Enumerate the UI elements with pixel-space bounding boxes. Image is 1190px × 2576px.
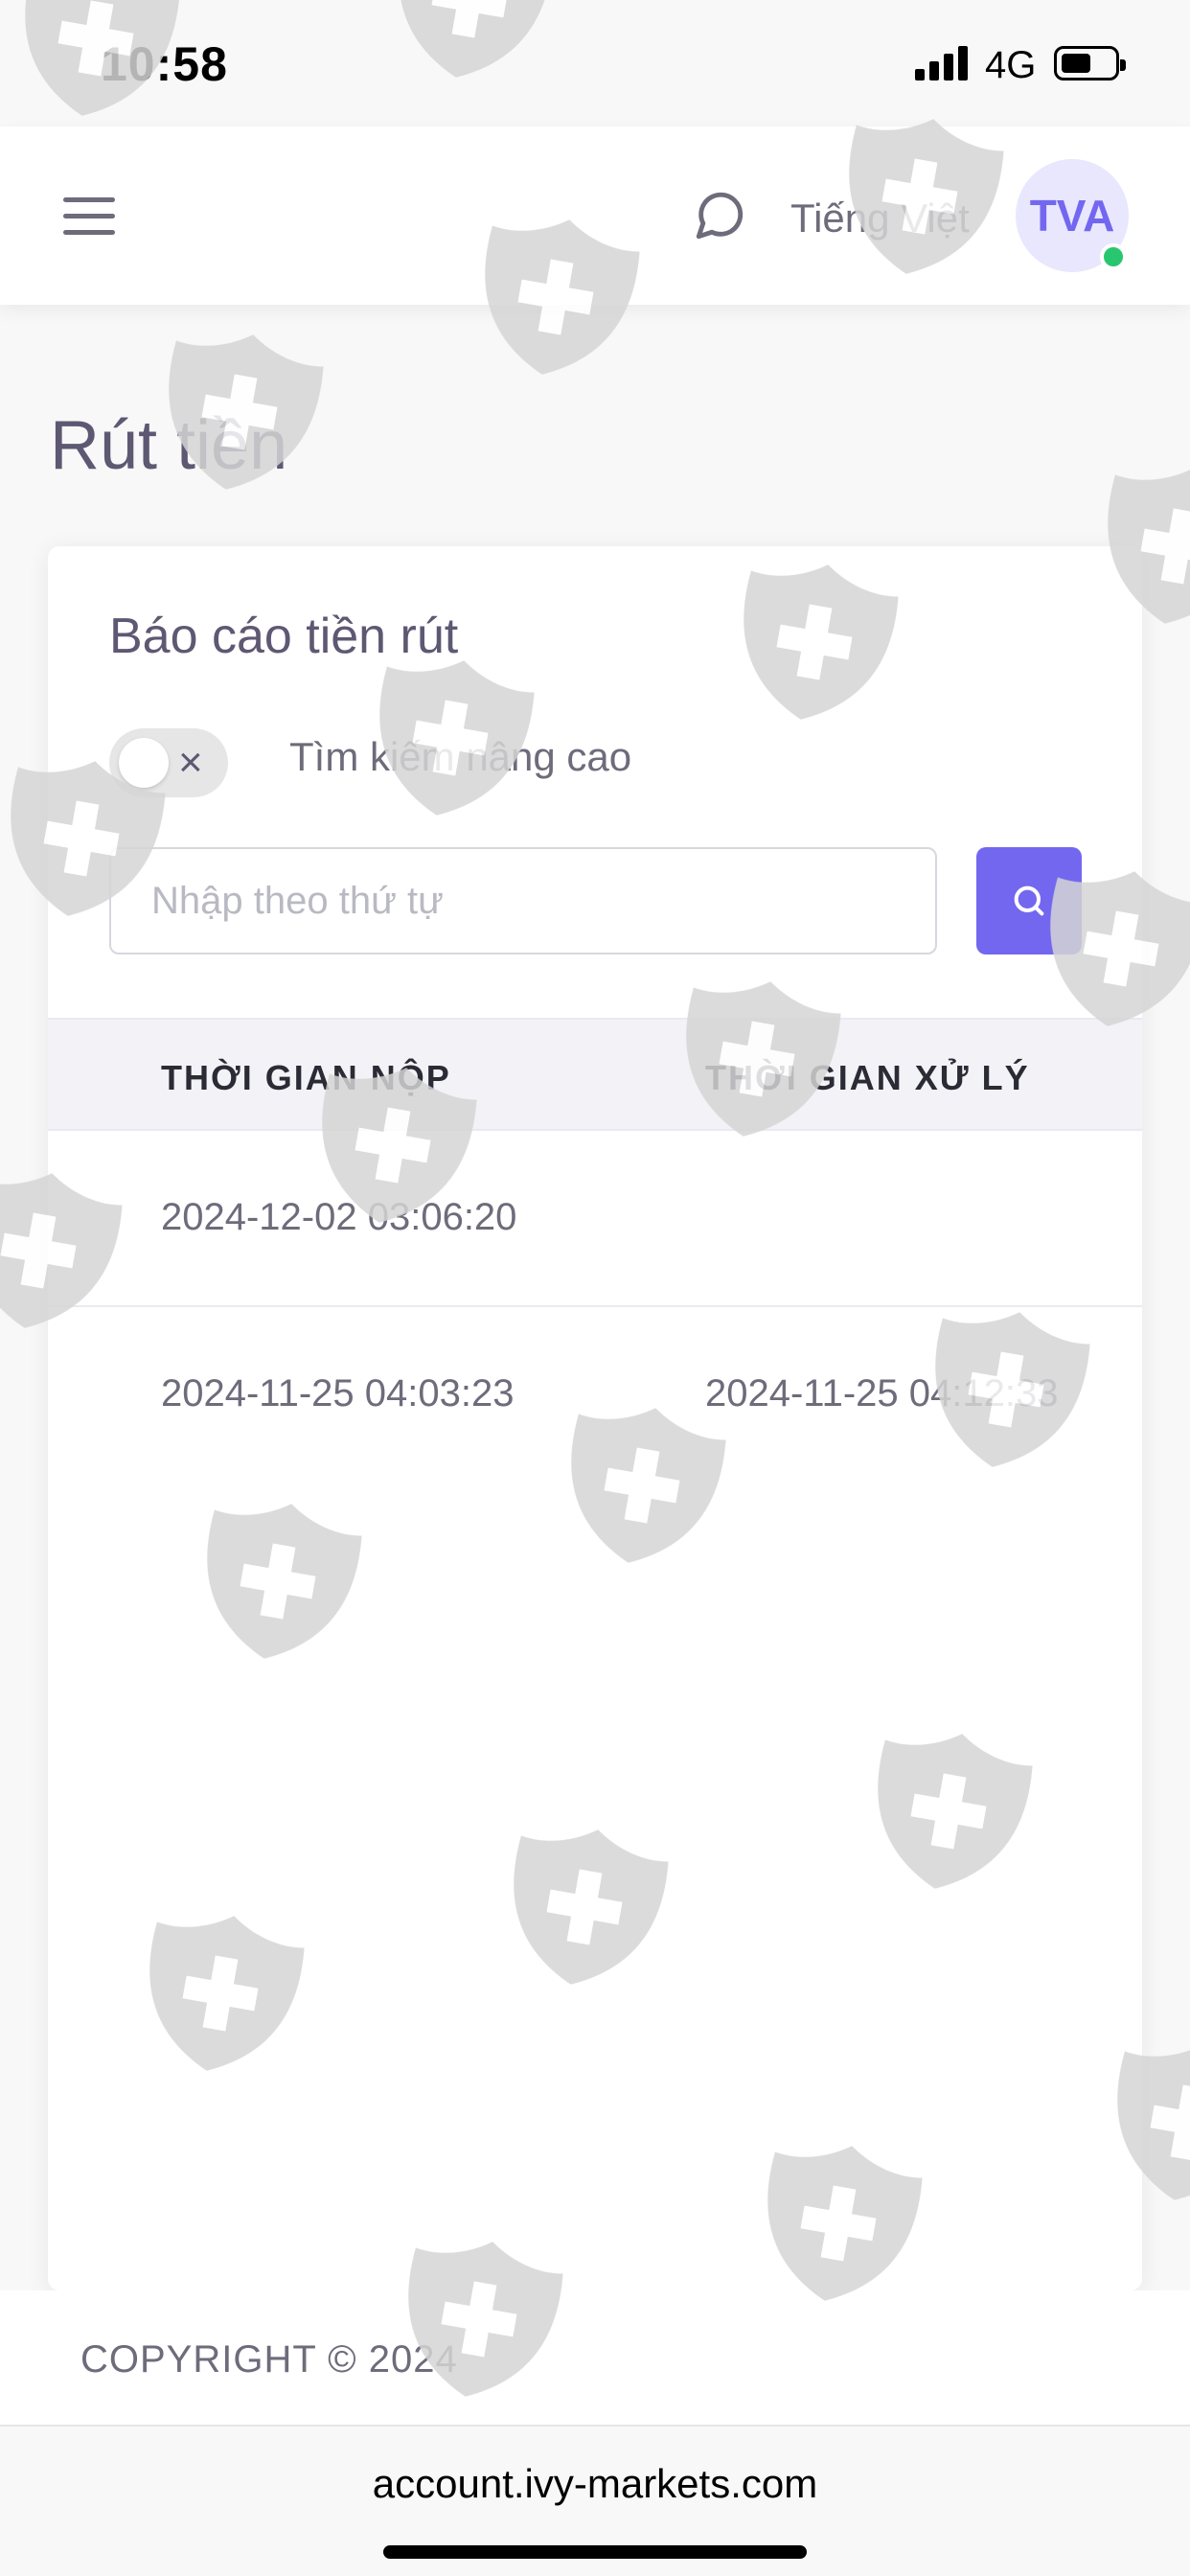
online-status-dot — [1100, 243, 1127, 270]
cell-submitted-time: 2024-12-02 03:06:20 — [161, 1196, 517, 1238]
screen: 10:58 4G Tiếng Việt TVA Rút tiền Báo cáo… — [0, 0, 1190, 2576]
search-button[interactable] — [976, 847, 1082, 954]
table-header: THỜI GIAN NỘP THỜI GIAN XỬ LÝ — [48, 1018, 1142, 1131]
withdrawal-report-card: Báo cáo tiền rút × Tìm kiếm nâng cao THỜ… — [48, 546, 1142, 2290]
browser-url-bar: account.ivy-markets.com — [0, 2425, 1190, 2576]
close-icon: × — [178, 739, 203, 786]
signal-strength-icon — [915, 46, 969, 80]
search-input[interactable] — [109, 847, 937, 954]
status-time: 10:58 — [101, 37, 228, 91]
url-text[interactable]: account.ivy-markets.com — [0, 2461, 1190, 2507]
advanced-search-label: Tìm kiếm nâng cao — [289, 734, 632, 779]
top-navbar: Tiếng Việt TVA — [0, 126, 1190, 305]
network-type: 4G — [985, 44, 1037, 86]
card-title: Báo cáo tiền rút — [109, 609, 459, 664]
status-bar: 10:58 4G — [0, 0, 1190, 126]
menu-icon[interactable] — [63, 197, 115, 236]
battery-icon — [1054, 46, 1126, 80]
cell-processed-time: 2024-11-25 04:12:33 — [705, 1372, 1059, 1414]
home-indicator[interactable] — [383, 2545, 807, 2559]
search-icon — [1014, 886, 1044, 916]
column-header-submitted[interactable]: THỜI GIAN NỘP — [161, 1058, 451, 1098]
footer: COPYRIGHT © 2024 — [0, 2290, 1190, 2425]
table-row[interactable]: 2024-11-25 04:03:23 2024-11-25 04:12:33 — [48, 1309, 1142, 1484]
toggle-knob — [119, 738, 169, 788]
language-selector[interactable]: Tiếng Việt — [790, 196, 970, 242]
column-header-processed[interactable]: THỜI GIAN XỬ LÝ — [705, 1058, 1030, 1098]
copyright-text: COPYRIGHT © 2024 — [80, 2338, 458, 2380]
cell-submitted-time: 2024-11-25 04:03:23 — [161, 1372, 515, 1414]
advanced-search-toggle[interactable]: × — [109, 728, 228, 797]
page-title: Rút tiền — [50, 407, 288, 484]
table-row[interactable]: 2024-12-02 03:06:20 — [48, 1133, 1142, 1307]
chat-icon[interactable] — [692, 188, 747, 243]
